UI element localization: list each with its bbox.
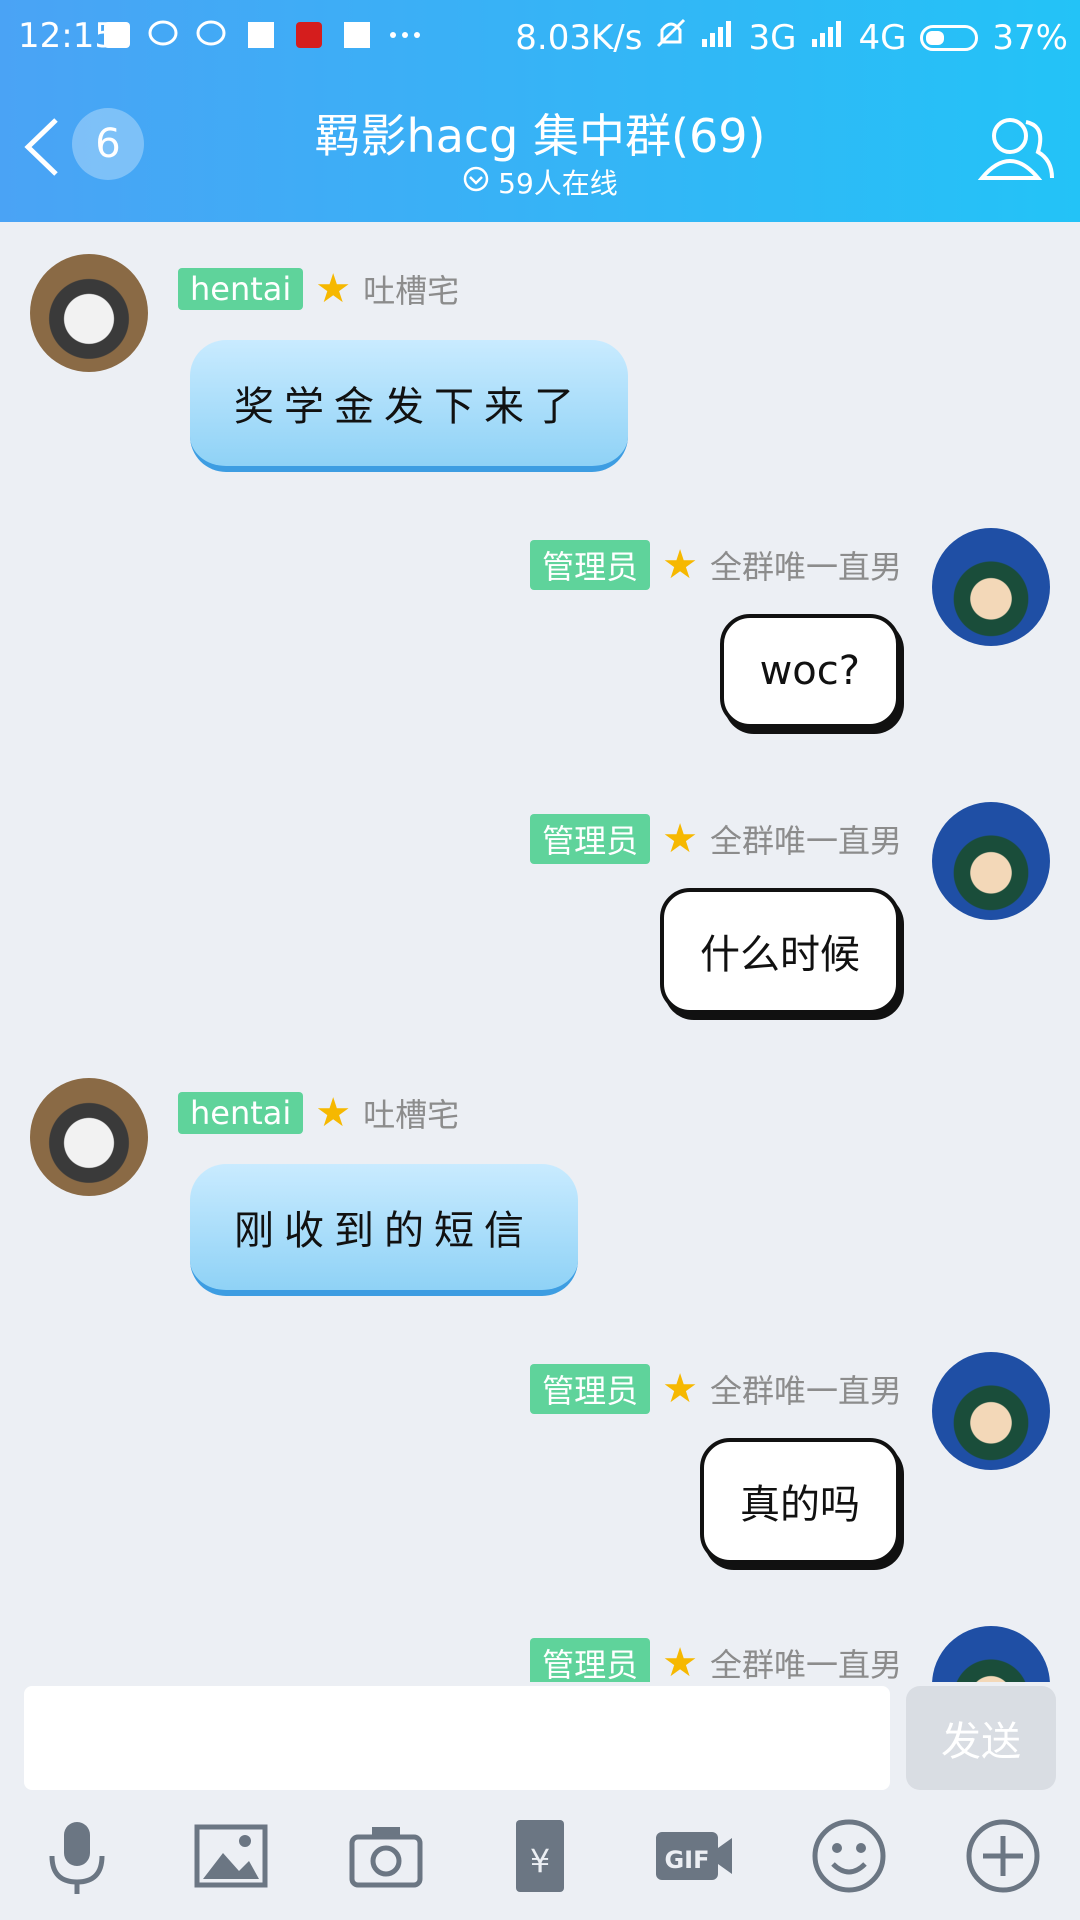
avatar[interactable] — [932, 528, 1050, 646]
square-notification-icon — [244, 18, 278, 52]
message-item: 管理员 ★ 全群唯一直男 — [0, 1626, 1080, 1682]
message-meta: 管理员 ★ 全群唯一直男 — [530, 1638, 902, 1682]
avatar[interactable] — [30, 1078, 148, 1196]
message-meta: hentai ★ 吐槽宅 — [178, 1090, 459, 1136]
square-notification-icon-2 — [340, 18, 374, 52]
message-bubble[interactable]: 什么时候 — [660, 888, 900, 1014]
message-meta: 管理员 ★ 全群唯一直男 — [530, 814, 902, 864]
wechat-icon-2 — [196, 18, 230, 52]
member-tag: 管理员 — [530, 1364, 651, 1414]
star-icon: ★ — [662, 542, 698, 588]
battery-icon — [920, 24, 979, 51]
star-icon: ★ — [315, 1090, 352, 1136]
avatar[interactable] — [932, 802, 1050, 920]
red-packet-icon[interactable]: ¥ — [497, 1813, 583, 1899]
group-members-icon[interactable] — [976, 108, 1056, 188]
emoji-icon[interactable] — [806, 1813, 892, 1899]
status-bar: 12:15 8.03K/s 3G 4G 37% — [0, 0, 1080, 72]
star-icon: ★ — [662, 816, 698, 862]
avatar[interactable] — [30, 254, 148, 372]
star-icon: ★ — [662, 1640, 698, 1682]
avatar[interactable] — [932, 1626, 1050, 1682]
message-bubble[interactable]: 奖学金发下来了 — [190, 340, 628, 472]
signal-icon-2 — [810, 18, 844, 58]
app-notification-icon — [100, 18, 134, 52]
message-bubble[interactable]: woc? — [719, 614, 900, 728]
chevron-down-circle-icon — [462, 165, 490, 200]
message-bubble[interactable]: 刚收到的短信 — [190, 1164, 578, 1296]
online-count: 59人在线 — [498, 167, 618, 200]
battery-percent: 37% — [992, 17, 1068, 58]
star-icon: ★ — [315, 266, 352, 312]
microphone-icon[interactable] — [34, 1813, 120, 1899]
image-icon[interactable] — [188, 1813, 274, 1899]
avatar[interactable] — [932, 1352, 1050, 1470]
camera-icon[interactable] — [343, 1813, 429, 1899]
message-meta: hentai ★ 吐槽宅 — [178, 266, 459, 312]
member-tag: 管理员 — [530, 540, 651, 590]
star-icon: ★ — [662, 1366, 698, 1412]
svg-text:¥: ¥ — [530, 1842, 550, 1880]
message-item: hentai ★ 吐槽宅 奖学金发下来了 — [0, 254, 1080, 472]
chat-messages[interactable]: hentai ★ 吐槽宅 奖学金发下来了 管理员 ★ 全群唯一直男 woc? 管… — [0, 222, 1080, 1682]
wechat-icon — [148, 18, 182, 52]
message-meta: 管理员 ★ 全群唯一直男 — [530, 540, 902, 590]
message-meta: 管理员 ★ 全群唯一直男 — [530, 1364, 902, 1414]
message-item: hentai ★ 吐槽宅 刚收到的短信 — [0, 1078, 1080, 1296]
nickname[interactable]: 吐槽宅 — [363, 266, 459, 312]
member-tag: hentai — [178, 1092, 304, 1134]
message-bubble[interactable]: 真的吗 — [700, 1438, 900, 1564]
nickname[interactable]: 全群唯一直男 — [710, 1366, 902, 1412]
message-item: 管理员 ★ 全群唯一直男 woc? — [0, 528, 1080, 738]
nickname[interactable]: 全群唯一直男 — [710, 816, 902, 862]
send-button[interactable]: 发送 — [906, 1686, 1056, 1790]
group-title: 羁影hacg 集中群(69) — [314, 109, 766, 163]
network-speed: 8.03K/s — [515, 17, 643, 58]
online-status[interactable]: 59人在线 — [0, 162, 1080, 202]
dictionary-app-icon — [292, 18, 326, 52]
message-item: 管理员 ★ 全群唯一直男 什么时候 — [0, 802, 1080, 1014]
plus-icon[interactable] — [960, 1813, 1046, 1899]
message-item: 管理员 ★ 全群唯一直男 真的吗 — [0, 1352, 1080, 1564]
more-notifications-icon — [388, 18, 422, 52]
nickname[interactable]: 吐槽宅 — [363, 1090, 459, 1136]
message-input[interactable] — [24, 1686, 890, 1790]
member-tag: 管理员 — [530, 1638, 651, 1682]
composer: 发送 — [0, 1682, 1080, 1792]
nickname[interactable]: 全群唯一直男 — [710, 1640, 902, 1682]
member-tag: hentai — [178, 268, 304, 310]
member-tag: 管理员 — [530, 814, 651, 864]
network-3g: 3G — [748, 17, 797, 58]
mute-icon — [656, 16, 686, 59]
gif-icon[interactable]: GIF — [651, 1813, 737, 1899]
svg-text:GIF: GIF — [665, 1846, 710, 1874]
chat-header: 6 羁影hacg 集中群(69) 59人在线 — [0, 72, 1080, 222]
input-toolbar: ¥ GIF — [0, 1792, 1080, 1920]
signal-icon — [700, 18, 734, 58]
nickname[interactable]: 全群唯一直男 — [710, 542, 902, 588]
network-4g: 4G — [858, 17, 907, 58]
